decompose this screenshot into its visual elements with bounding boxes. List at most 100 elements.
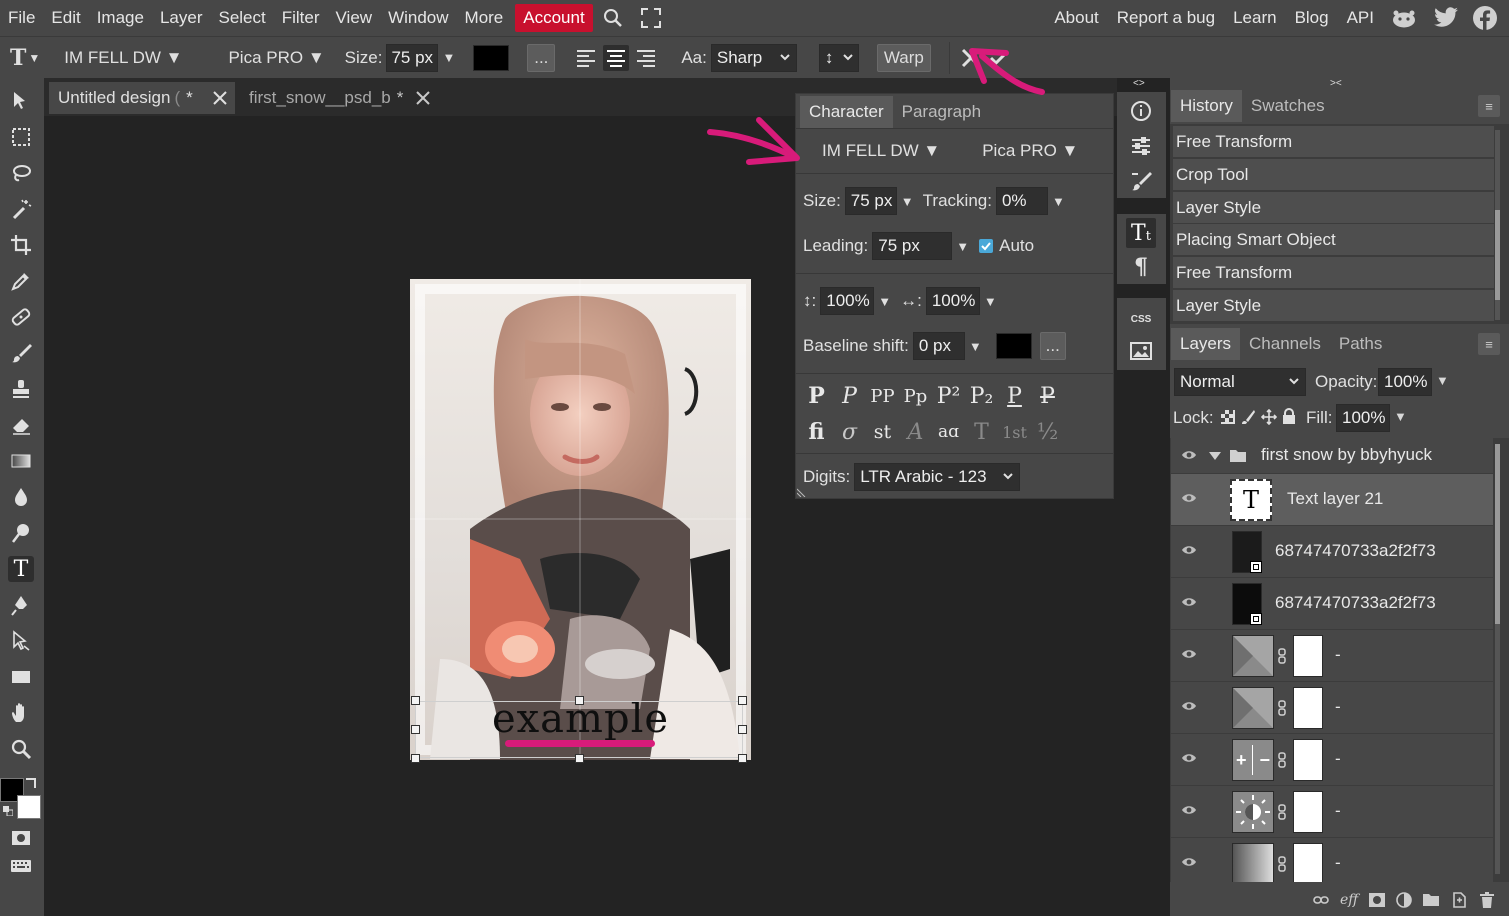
tracking-dropdown-icon[interactable]: ▼ [1052, 194, 1065, 209]
tab-first-snow[interactable]: first_snow__psd_b * [240, 82, 438, 114]
character-panel-icon[interactable]: Tt [1126, 218, 1156, 248]
transform-handle[interactable] [738, 696, 747, 705]
history-menu-icon[interactable]: ≡ [1478, 95, 1500, 117]
char-size-field[interactable]: 75 px [844, 187, 897, 215]
menu-window[interactable]: Window [380, 0, 456, 36]
lock-pixels-icon[interactable] [1241, 409, 1255, 425]
new-group-icon[interactable] [1423, 893, 1439, 906]
shape-tool-icon[interactable] [8, 664, 34, 690]
vscale-dropdown-icon[interactable]: ▼ [878, 294, 891, 309]
fullscreen-icon[interactable] [640, 8, 661, 28]
strikethrough-button[interactable]: P [1031, 384, 1064, 409]
menu-image[interactable]: Image [89, 0, 152, 36]
layer-row-smart-object[interactable]: 68747470733a2f2f73 [1171, 578, 1493, 630]
titling-alternates-button[interactable]: T [965, 420, 998, 445]
delete-layer-icon[interactable] [1479, 892, 1495, 908]
move-tool-icon[interactable] [8, 88, 34, 114]
lock-all-icon[interactable] [1282, 408, 1296, 424]
stamp-tool-icon[interactable] [8, 376, 34, 402]
layer-row-smart-object[interactable]: 68747470733a2f2f73 [1171, 526, 1493, 578]
ordinals-button[interactable]: 1st [998, 423, 1031, 442]
effects-icon[interactable]: eff [1340, 892, 1358, 908]
tab-swatches[interactable]: Swatches [1242, 90, 1334, 122]
underline-button[interactable]: P [998, 384, 1031, 409]
keyboard-icon[interactable] [8, 853, 34, 879]
visibility-eye-icon[interactable] [1181, 648, 1197, 660]
history-item[interactable]: Placing Smart Object [1173, 224, 1494, 256]
tab-channels[interactable]: Channels [1240, 328, 1330, 360]
twitter-icon[interactable] [1433, 7, 1459, 29]
ligatures-button[interactable]: fi [800, 419, 833, 445]
lock-transparency-icon[interactable] [1221, 410, 1235, 424]
visibility-eye-icon[interactable] [1181, 856, 1197, 868]
css-panel-icon[interactable]: CSS [1126, 304, 1156, 334]
visibility-eye-icon[interactable] [1181, 752, 1197, 764]
size-dropdown-icon[interactable]: ▼ [901, 194, 914, 209]
lock-position-icon[interactable] [1261, 409, 1277, 425]
superscript-button[interactable]: P² [932, 384, 965, 409]
digits-select[interactable]: LTR Arabic - 123 [854, 463, 1021, 491]
hand-tool-icon[interactable] [8, 700, 34, 726]
eyedropper-tool-icon[interactable] [8, 268, 34, 294]
brush-tool-icon[interactable] [8, 340, 34, 366]
fill-dropdown-icon[interactable]: ▼ [1394, 409, 1407, 424]
quick-mask-icon[interactable] [8, 825, 34, 851]
faux-bold-button[interactable]: P [800, 383, 833, 409]
type-tool-icon[interactable]: T [8, 556, 34, 582]
fill-field[interactable]: 100% [1336, 404, 1390, 432]
adjustments-icon[interactable] [1126, 131, 1156, 161]
char-font-family-select[interactable]: IM FELL DW ▼ [822, 141, 940, 161]
collapse-arrows-icon[interactable]: <> [1133, 78, 1145, 89]
transform-handle[interactable] [411, 725, 420, 734]
magic-wand-tool-icon[interactable] [8, 196, 34, 222]
history-item[interactable]: Layer Style [1173, 290, 1494, 322]
menu-layer[interactable]: Layer [152, 0, 211, 36]
opacity-field[interactable]: 100% [1378, 368, 1432, 396]
faux-italic-button[interactable]: P [833, 384, 866, 409]
visibility-eye-icon[interactable] [1181, 449, 1197, 461]
small-caps-button[interactable]: Pp [899, 386, 932, 407]
menu-select[interactable]: Select [210, 0, 273, 36]
char-more-button[interactable]: ... [1039, 332, 1066, 360]
close-icon[interactable] [416, 91, 430, 105]
auto-leading-checkbox[interactable] [979, 239, 994, 253]
paragraph-panel-icon[interactable]: ¶ [1126, 252, 1156, 282]
subscript-button[interactable]: P₂ [965, 384, 998, 409]
layers-menu-icon[interactable]: ≡ [1478, 333, 1500, 355]
info-icon[interactable] [1126, 96, 1156, 126]
text-transform-box[interactable] [415, 701, 743, 758]
history-item[interactable]: Free Transform [1173, 126, 1494, 158]
char-font-style-select[interactable]: Pica PRO ▼ [982, 141, 1078, 161]
hscale-dropdown-icon[interactable]: ▼ [984, 294, 997, 309]
horizontal-scale-field[interactable]: 100% [925, 287, 980, 315]
tracking-field[interactable]: 0% [995, 187, 1048, 215]
visibility-eye-icon[interactable] [1181, 492, 1197, 504]
link-blog[interactable]: Blog [1286, 0, 1338, 36]
add-mask-icon[interactable] [1369, 893, 1385, 907]
tab-paths[interactable]: Paths [1330, 328, 1391, 360]
menu-file[interactable]: File [0, 0, 43, 36]
account-button[interactable]: Account [515, 4, 593, 32]
gradient-tool-icon[interactable] [8, 448, 34, 474]
path-select-tool-icon[interactable] [8, 628, 34, 654]
new-layer-icon[interactable] [1451, 892, 1467, 908]
history-item[interactable]: Free Transform [1173, 257, 1494, 289]
char-color-swatch[interactable] [995, 333, 1032, 359]
menu-more[interactable]: More [457, 0, 512, 36]
font-style-select[interactable]: Pica PRO ▼ [228, 48, 324, 68]
align-right-icon[interactable] [635, 48, 657, 68]
reddit-icon[interactable] [1391, 7, 1417, 29]
history-item[interactable]: Layer Style [1173, 192, 1494, 224]
layer-row-adjustment[interactable]: + − - [1171, 734, 1493, 786]
transform-handle[interactable] [575, 696, 584, 705]
layers-scrollbar[interactable] [1495, 444, 1500, 874]
layer-row-adjustment[interactable]: - [1171, 682, 1493, 734]
opacity-dropdown-icon[interactable]: ▼ [1436, 373, 1449, 388]
swap-colors-icon[interactable] [26, 778, 36, 788]
transform-handle[interactable] [411, 696, 420, 705]
link-api[interactable]: API [1338, 0, 1383, 36]
tab-untitled-design[interactable]: Untitled design ( * [49, 82, 235, 114]
visibility-eye-icon[interactable] [1181, 700, 1197, 712]
history-scrollbar[interactable] [1495, 130, 1500, 320]
adjustment-layer-icon[interactable] [1396, 892, 1412, 908]
